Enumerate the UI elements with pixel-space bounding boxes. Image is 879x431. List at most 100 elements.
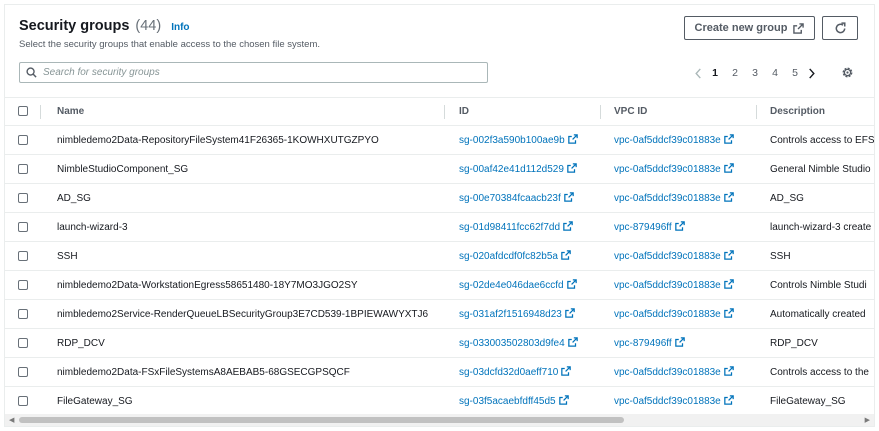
row-select-cell	[5, 299, 41, 329]
select-all-checkbox[interactable]	[18, 106, 28, 117]
page-1-button[interactable]: 1	[705, 67, 725, 79]
search-input[interactable]	[43, 67, 463, 78]
security-group-id-link[interactable]: sg-03dcfd32d0aeff710	[459, 367, 558, 378]
cell-name: nimbledemo2Service-RenderQueueLBSecurity…	[41, 299, 445, 329]
cell-id: sg-01d98411fcc62f7dd	[445, 212, 601, 242]
external-link-icon	[723, 250, 734, 260]
table-row[interactable]: nimbledemo2Data-FSxFileSystemsA8AEBAB5-6…	[5, 357, 874, 387]
cell-vpc-id: vpc-0af5ddcf39c01883e	[601, 241, 757, 271]
page-2-button[interactable]: 2	[725, 67, 745, 79]
refresh-button[interactable]	[822, 16, 858, 40]
vpc-id-link[interactable]: vpc-879496ff	[614, 338, 672, 349]
vpc-id-link[interactable]: vpc-0af5ddcf39c01883e	[614, 164, 721, 175]
security-group-id-link[interactable]: sg-002f3a590b100ae9b	[459, 135, 565, 146]
row-select-cell	[5, 241, 41, 271]
column-header-vpc-id[interactable]: VPC ID	[601, 97, 757, 126]
row-checkbox[interactable]	[18, 279, 28, 290]
row-checkbox[interactable]	[18, 134, 28, 145]
next-page-button[interactable]	[805, 67, 819, 79]
cell-vpc-id: vpc-0af5ddcf39c01883e	[601, 270, 757, 300]
security-group-id-link[interactable]: sg-01d98411fcc62f7dd	[459, 222, 560, 233]
external-link-icon	[674, 337, 685, 347]
external-link-icon	[567, 337, 578, 347]
cell-vpc-id: vpc-0af5ddcf39c01883e	[601, 125, 757, 155]
cell-id: sg-002f3a590b100ae9b	[445, 125, 601, 155]
create-new-group-label: Create new group	[694, 22, 788, 34]
page-title: Security groups	[19, 18, 130, 34]
table-row[interactable]: FileGateway_SG sg-03f5acaebfdff45d5 vpc-0a…	[5, 386, 874, 416]
cell-description: General Nimble Studio	[757, 154, 874, 184]
cell-id: sg-033003502803d9fe4	[445, 328, 601, 358]
previous-page-button[interactable]	[691, 67, 705, 79]
table-row[interactable]: AD_SG sg-00e70384fcaacb23f vpc-0af5ddcf39c…	[5, 183, 874, 213]
security-group-id-link[interactable]: sg-00af42e41d112d529	[459, 164, 564, 175]
cell-id: sg-020afdcdf0fc82b5a	[445, 241, 601, 271]
cell-vpc-id: vpc-0af5ddcf39c01883e	[601, 386, 757, 416]
security-group-id-link[interactable]: sg-033003502803d9fe4	[459, 338, 565, 349]
chevron-left-icon	[695, 67, 701, 79]
cell-name: launch-wizard-3	[41, 212, 445, 242]
vpc-id-link[interactable]: vpc-0af5ddcf39c01883e	[614, 280, 721, 291]
table-row[interactable]: nimbledemo2Service-RenderQueueLBSecurity…	[5, 299, 874, 329]
cell-vpc-id: vpc-0af5ddcf39c01883e	[601, 154, 757, 184]
row-checkbox[interactable]	[18, 337, 28, 348]
table-row[interactable]: nimbledemo2Data-WorkstationEgress5865148…	[5, 270, 874, 300]
page-3-button[interactable]: 3	[745, 67, 765, 79]
cell-id: sg-00e70384fcaacb23f	[445, 183, 601, 213]
page-5-button[interactable]: 5	[785, 67, 805, 79]
vpc-id-link[interactable]: vpc-0af5ddcf39c01883e	[614, 309, 721, 320]
cell-name: FileGateway_SG	[41, 386, 445, 416]
external-link-icon	[563, 221, 573, 231]
create-new-group-button[interactable]: Create new group	[684, 16, 815, 40]
table-row[interactable]: launch-wizard-3 sg-01d98411fcc62f7dd vpc-8…	[5, 212, 874, 242]
vpc-id-link[interactable]: vpc-879496ff	[614, 222, 672, 233]
external-link-icon	[723, 366, 734, 376]
row-checkbox[interactable]	[18, 163, 28, 174]
vpc-id-link[interactable]: vpc-0af5ddcf39c01883e	[614, 396, 721, 407]
row-checkbox[interactable]	[18, 366, 28, 377]
cell-id: sg-031af2f1516948d23	[445, 299, 601, 329]
vpc-id-link[interactable]: vpc-0af5ddcf39c01883e	[614, 251, 721, 262]
search-field[interactable]	[19, 62, 488, 83]
column-header-name[interactable]: Name	[41, 97, 445, 126]
vpc-id-link[interactable]: vpc-0af5ddcf39c01883e	[614, 135, 721, 146]
cell-description: RDP_DCV	[757, 328, 874, 358]
table-row[interactable]: nimbledemo2Data-RepositoryFileSystem41F2…	[5, 125, 874, 155]
row-select-cell	[5, 270, 41, 300]
table-settings-button[interactable]	[841, 66, 854, 84]
security-group-id-link[interactable]: sg-00e70384fcaacb23f	[459, 193, 561, 204]
row-select-cell	[5, 357, 41, 387]
row-checkbox[interactable]	[18, 221, 28, 232]
column-header-description[interactable]: Description	[757, 97, 874, 126]
row-checkbox[interactable]	[18, 395, 28, 406]
table-row[interactable]: SSH sg-020afdcdf0fc82b5a vpc-0af5ddcf39c01…	[5, 241, 874, 271]
external-link-icon	[674, 221, 685, 231]
row-checkbox[interactable]	[18, 308, 28, 319]
security-group-id-link[interactable]: sg-031af2f1516948d23	[459, 309, 562, 320]
external-link-icon	[561, 366, 572, 376]
info-link[interactable]: Info	[171, 22, 189, 33]
table-row[interactable]: RDP_DCV sg-033003502803d9fe4 vpc-879496ff R…	[5, 328, 874, 358]
external-link-icon	[723, 192, 734, 202]
external-link-icon	[723, 308, 734, 318]
vpc-id-link[interactable]: vpc-0af5ddcf39c01883e	[614, 367, 721, 378]
external-link-icon	[566, 279, 577, 289]
row-checkbox[interactable]	[18, 250, 28, 261]
scroll-left-arrow-icon[interactable]: ◀	[9, 416, 14, 424]
security-group-id-link[interactable]: sg-02de4e046dae6ccfd	[459, 280, 564, 291]
scroll-right-arrow-icon[interactable]: ▶	[865, 416, 870, 424]
security-group-id-link[interactable]: sg-03f5acaebfdff45d5	[459, 396, 556, 407]
select-all-cell	[5, 97, 41, 126]
table-row[interactable]: NimbleStudioComponent_SG sg-00af42e41d112…	[5, 154, 874, 184]
vpc-id-link[interactable]: vpc-0af5ddcf39c01883e	[614, 193, 721, 204]
cell-name: SSH	[41, 241, 445, 271]
page-4-button[interactable]: 4	[765, 67, 785, 79]
row-select-cell	[5, 328, 41, 358]
security-group-id-link[interactable]: sg-020afdcdf0fc82b5a	[459, 251, 558, 262]
scrollbar-thumb[interactable]	[19, 417, 624, 423]
horizontal-scrollbar[interactable]: ◀ ▶	[5, 414, 874, 426]
gear-icon	[842, 67, 853, 78]
column-header-id[interactable]: ID	[445, 97, 601, 126]
row-checkbox[interactable]	[18, 192, 28, 203]
cell-vpc-id: vpc-0af5ddcf39c01883e	[601, 299, 757, 329]
